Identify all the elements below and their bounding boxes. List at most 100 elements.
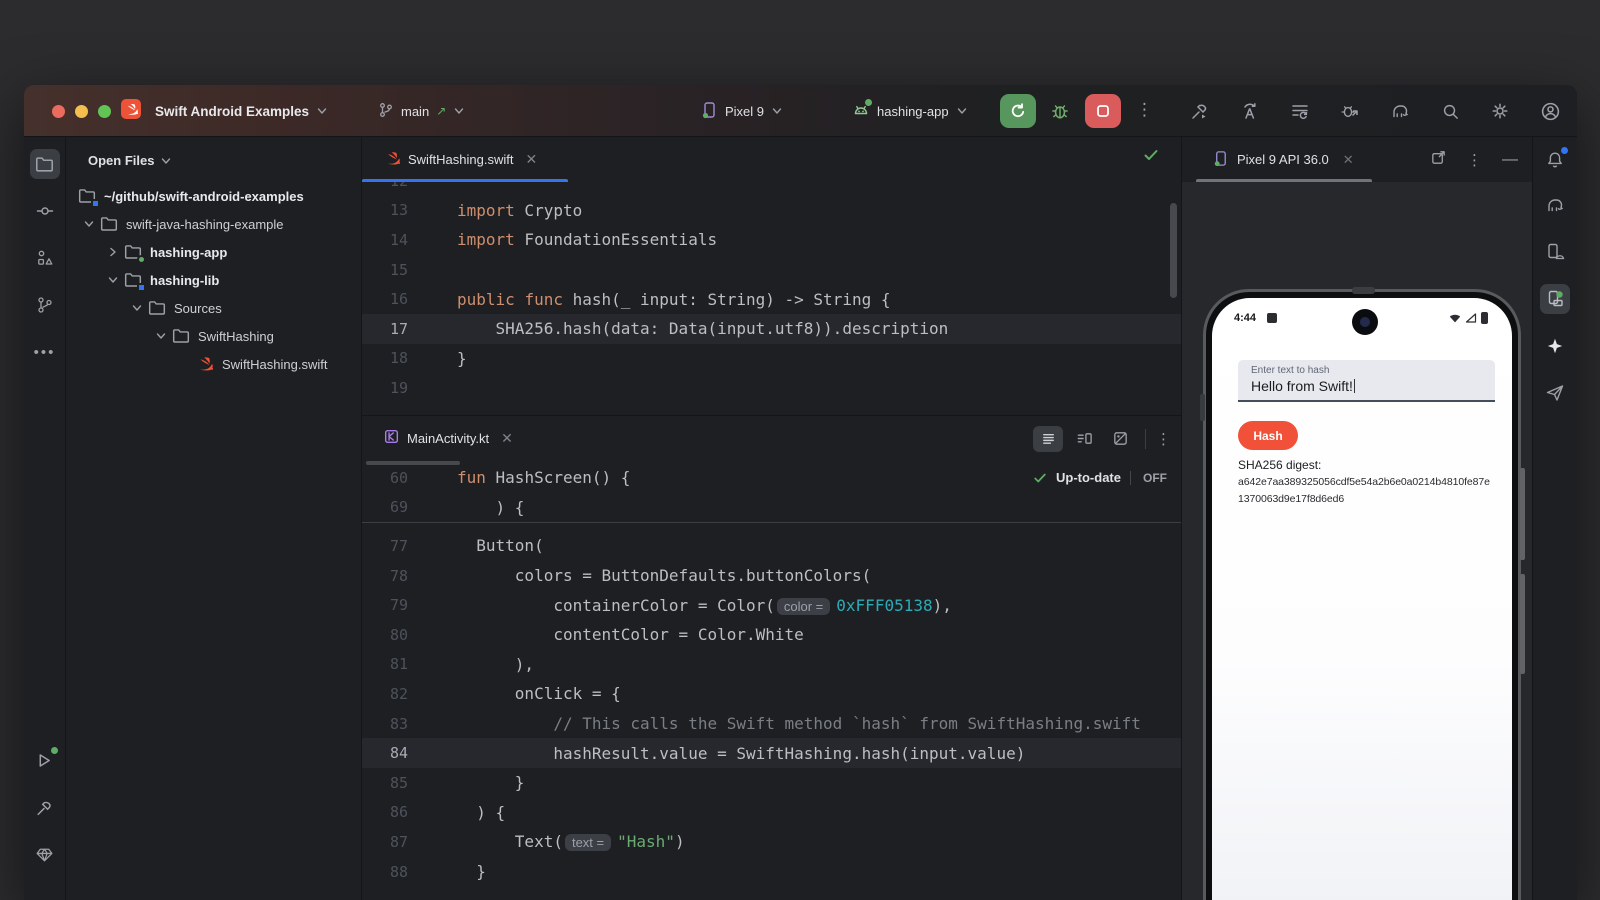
code-line[interactable]: 82 onClick = { [362,679,1181,709]
code-line[interactable]: 16public func hash(_ input: String) -> S… [362,284,1181,314]
tree-item[interactable]: hashing-lib [66,266,361,294]
code-line[interactable]: 15 [362,255,1181,285]
run-configuration-selector[interactable]: hashing-app [852,85,968,137]
run-tool-icon[interactable] [30,745,60,775]
code-line[interactable]: 69 ) { [362,493,1181,523]
tree-item[interactable]: SwiftHashing [66,322,361,350]
close-tab-icon[interactable]: ✕ [1343,152,1354,168]
project-view-selector[interactable]: Open Files [66,137,361,178]
tab-label: SwiftHashing.swift [408,152,513,167]
split-view-icon[interactable] [1069,426,1099,452]
gradle-elephant-icon[interactable] [1540,190,1570,220]
tree-item[interactable]: SwiftHashing.swift [66,350,361,378]
hammer-run-icon[interactable] [1189,100,1211,122]
close-tab-icon[interactable]: ✕ [525,151,537,168]
code-view-icon[interactable] [1033,426,1063,452]
code-line[interactable]: 84 hashResult.value = SwiftHashing.hash(… [362,738,1181,768]
close-window-button[interactable] [52,105,65,118]
chevron-down-icon[interactable] [150,330,172,342]
code-line[interactable]: 14import FoundationEssentials [362,225,1181,255]
inspections-check-icon[interactable] [1143,147,1159,168]
mode-off-label[interactable]: OFF [1130,471,1167,485]
device-selector[interactable]: Pixel 9 [700,85,783,137]
structure-tool-icon[interactable] [30,243,60,273]
code-line[interactable]: 85 } [362,768,1181,798]
tab-label: Pixel 9 API 36.0 [1237,152,1329,167]
code-line[interactable]: 13import Crypto [362,196,1181,226]
more-tools-icon[interactable]: ••• [30,337,60,367]
open-in-window-icon[interactable] [1430,149,1447,171]
list-rollback-icon[interactable] [1289,100,1311,122]
phone-screen[interactable]: 4:44 Enter text to hash [1212,298,1512,900]
hash-input-field[interactable]: Enter text to hash Hello from Swift! [1238,360,1495,402]
vcs-graph-tool-icon[interactable] [30,290,60,320]
notifications-bell-icon[interactable] [1540,145,1570,175]
rerun-button[interactable] [1000,94,1036,128]
project-view-label: Open Files [88,153,154,168]
more-run-actions-button[interactable]: ⋮ [1136,100,1154,120]
front-camera [1352,309,1378,335]
code-line[interactable]: 83 // This calls the Swift method `hash`… [362,709,1181,739]
zoom-window-button[interactable] [98,105,111,118]
chevron-down-icon[interactable] [126,302,148,314]
gemini-sparkle-icon[interactable] [1540,331,1570,361]
code-area-swift[interactable]: 1213import Crypto14import FoundationEsse… [362,182,1181,415]
tab-swifthashing-swift[interactable]: SwiftHashing.swift ✕ [362,137,551,182]
commit-tool-icon[interactable] [30,196,60,226]
hash-button[interactable]: Hash [1238,421,1298,450]
elephant-sync-icon[interactable] [1389,100,1411,122]
code-area-kotlin[interactable]: 60fun HashScreen() {Up-to-dateOFF69 ) { 7… [362,460,1181,900]
line-number: 80 [362,626,408,644]
account-icon[interactable] [1539,100,1561,122]
code-line[interactable]: 60fun HashScreen() {Up-to-dateOFF [362,463,1181,493]
device-name: Pixel 9 [725,104,764,119]
more-options-icon[interactable]: ⋮ [1156,430,1171,448]
code-line[interactable]: 77 Button( [362,531,1181,561]
line-number: 88 [362,863,408,881]
code-line[interactable]: 87 Text(text ="Hash") [362,827,1181,857]
search-icon[interactable] [1439,100,1461,122]
code-line[interactable]: 78 colors = ButtonDefaults.buttonColors( [362,561,1181,591]
code-line[interactable]: 80 contentColor = Color.White [362,620,1181,650]
tree-item[interactable]: hashing-app [66,238,361,266]
more-options-icon[interactable]: ⋮ [1467,151,1482,169]
letter-a-refresh-icon[interactable] [1239,100,1261,122]
code-line[interactable]: 86 ) { [362,798,1181,828]
main-area: ••• Open Files ~/github/swift-android-ex… [24,137,1577,900]
scrollbar-vertical-thumb[interactable] [1170,203,1177,298]
debug-button[interactable] [1048,99,1072,123]
code-line[interactable]: 19 [362,373,1181,403]
stop-button[interactable] [1085,94,1121,128]
code-line[interactable]: 81 ), [362,650,1181,680]
live-edit-status[interactable]: Up-to-dateOFF [1033,463,1167,493]
running-devices-icon[interactable] [1540,284,1570,314]
editor-mode-toggle: ⋮ [1033,416,1171,461]
chevron-down-icon[interactable] [102,274,124,286]
project-selector[interactable]: Swift Android Examples [155,85,328,137]
code-line[interactable]: 17 SHA256.hash(data: Data(input.utf8)).d… [362,314,1181,344]
tree-item[interactable]: Sources [66,294,361,322]
gem-tool-icon[interactable] [30,839,60,869]
tree-item[interactable]: ~/github/swift-android-examples [66,182,361,210]
design-view-icon[interactable] [1105,426,1135,452]
code-text: Text(text ="Hash") [457,832,685,851]
code-line[interactable]: 79 containerColor = Color(color =0xFFF05… [362,590,1181,620]
airplane-icon[interactable] [1540,378,1570,408]
code-line[interactable]: 18} [362,344,1181,374]
chevron-right-icon[interactable] [102,246,124,258]
chevron-down-icon[interactable] [78,218,100,230]
tab-pixel-9-api-36[interactable]: Pixel 9 API 36.0 ✕ [1182,137,1354,182]
settings-gear-icon[interactable] [1489,100,1511,122]
minimize-panel-icon[interactable]: — [1502,151,1518,169]
device-manager-icon[interactable] [1540,237,1570,267]
build-tool-icon[interactable] [30,792,60,822]
tab-mainactivity-kt[interactable]: MainActivity.kt ✕ [362,416,527,461]
close-tab-icon[interactable]: ✕ [501,430,513,447]
code-line[interactable]: 12 [362,182,1181,196]
project-tool-icon[interactable] [30,149,60,179]
code-line[interactable]: 88 } [362,857,1181,887]
branch-widget[interactable]: main ↗ [378,85,465,137]
minimize-window-button[interactable] [75,105,88,118]
bug-arrow-icon[interactable] [1339,100,1361,122]
tree-item[interactable]: swift-java-hashing-example [66,210,361,238]
